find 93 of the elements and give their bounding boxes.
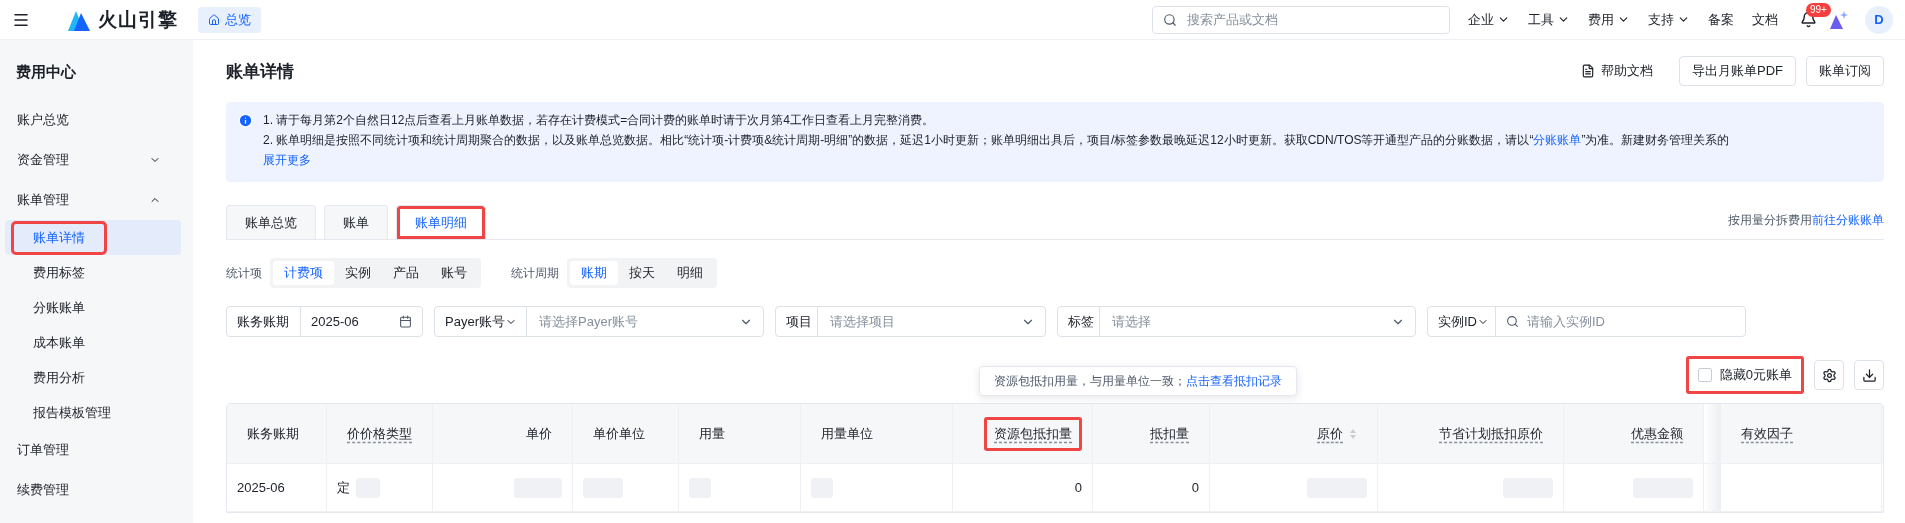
column-header: 单价单位 [592, 424, 646, 443]
download-button[interactable] [1854, 360, 1884, 390]
nav-menu[interactable]: 费用 [1588, 10, 1630, 29]
segment-option[interactable]: 产品 [382, 261, 430, 285]
column-header: 单价 [525, 424, 553, 443]
tooltip-text: 资源包抵扣用量，与用量单位一致；点击查看抵扣记录 [994, 373, 1282, 389]
sidebar-item[interactable]: 成本账单 [5, 325, 181, 360]
deduction-record-link[interactable]: 点击查看抵扣记录 [1186, 374, 1282, 387]
table-cell-text: 0 [1074, 480, 1082, 495]
segment-option[interactable]: 计费项 [273, 261, 334, 285]
brand-name: 火山引擎 [98, 7, 178, 32]
select-input[interactable]: 请选择项目 [828, 313, 1015, 330]
column-header: 账务账期 [246, 424, 300, 443]
nav-menu[interactable]: 备案 [1708, 10, 1734, 29]
nav-menu[interactable]: 工具 [1528, 10, 1570, 29]
info-icon [238, 113, 253, 128]
search-icon [1163, 12, 1177, 27]
search-input[interactable]: 搜索产品或文档 [1185, 11, 1439, 28]
segment-option[interactable]: 账号 [430, 261, 478, 285]
filter-label[interactable]: Payer账号 [435, 307, 527, 336]
document-icon [1581, 64, 1595, 78]
filter-field[interactable]: 项目 请选择项目 [775, 306, 1046, 337]
home-icon [208, 13, 220, 26]
column-header: 价价格类型 [346, 424, 413, 443]
header-button[interactable]: 导出月账单PDF [1679, 56, 1796, 86]
filter-label: 标签 [1058, 307, 1100, 336]
column-header: 优惠金额 [1630, 424, 1684, 443]
notice-text: 1. 请于每月第2个自然日12点后查看上月账单数据，若存在计费模式=合同计费的账单时请于次月第4工作日查看上月完整消费。 [263, 112, 935, 129]
filter-field[interactable]: 账务账期 2025-06 [226, 306, 423, 337]
settings-button[interactable] [1814, 360, 1844, 390]
search-icon [1506, 315, 1519, 328]
filter-label: 项目 [776, 307, 818, 336]
sidebar-item[interactable]: 账户总览 [5, 100, 181, 140]
filter-field[interactable]: 实例ID 请输入实例ID [1427, 306, 1746, 337]
segment-option[interactable]: 账期 [570, 261, 618, 285]
column-header: 用量 [698, 424, 726, 443]
help-link[interactable]: 帮助文档 [1581, 62, 1653, 80]
select-input[interactable]: 请选择Payer账号 [537, 313, 733, 330]
sidebar-item[interactable]: 账单详情 [5, 220, 181, 255]
filter-label: 账务账期 [227, 307, 301, 336]
nav-menu[interactable]: 企业 [1468, 10, 1510, 29]
grouping-label: 统计周期 [511, 264, 559, 282]
notification-button[interactable] [1800, 11, 1817, 28]
column-header: 用量单位 [820, 424, 874, 443]
sidebar-item[interactable]: 费用标签 [5, 255, 181, 290]
scroll-shadow [1704, 464, 1721, 511]
column-header: 原价 [1307, 416, 1367, 451]
hide-zero-checkbox[interactable]: 隐藏0元账单 [1685, 356, 1804, 394]
sidebar-item[interactable]: 资金管理 [5, 140, 181, 180]
sidebar-item[interactable]: 账单管理 [5, 180, 181, 220]
header-button[interactable]: 账单订阅 [1806, 56, 1884, 86]
notification-badge: 99+ [1806, 3, 1831, 17]
notice-text: 2. 账单明细是按照不同统计项和统计周期聚合的数据，以及账单总览数据。相比“统计项-计费项&统计周期-明细”的数据，延迟1小时更新；账单明细出具后，项目/标签参数最晚延迟12小时更新。获取CDN/TOS等开通型产品的分账数据，请以“分账账单”为准。新建财务管理关系的 [263, 132, 1730, 149]
split-bill-link[interactable]: 前往分账账单 [1812, 213, 1884, 227]
sidebar-item[interactable]: 续费管理 [5, 470, 181, 510]
table-cell-text: 定 [337, 478, 350, 497]
filter-label[interactable]: 实例ID [1428, 307, 1496, 336]
segment-option[interactable]: 实例 [334, 261, 382, 285]
column-header: 有效因子 [1740, 424, 1794, 443]
filter-field[interactable]: Payer账号 请选择Payer账号 [434, 306, 764, 337]
segment-option[interactable]: 按天 [618, 261, 666, 285]
sidebar-title: 费用中心 [15, 61, 77, 82]
table-cell-text: 0 [1191, 480, 1199, 495]
table-cell-text: 2025-06 [237, 480, 285, 495]
period-value: 2025-06 [311, 314, 360, 329]
column-header: 节省计划抵扣原价 [1438, 424, 1544, 443]
nav-menu[interactable]: 文档 [1752, 10, 1778, 29]
sidebar-item[interactable]: 分账账单 [5, 290, 181, 325]
segment-option[interactable]: 明细 [666, 261, 714, 285]
grouping-label: 统计项 [226, 264, 262, 282]
split-hint-text: 按用量分拆费用前往分账账单 [1728, 212, 1884, 229]
settings-icon [1821, 367, 1837, 383]
sidebar-item[interactable]: 订单管理 [5, 430, 181, 470]
nav-menu[interactable]: 支持 [1648, 10, 1690, 29]
sidebar-item[interactable]: 报告模板管理 [5, 395, 181, 430]
calendar-icon [399, 315, 412, 328]
scroll-shadow [1704, 404, 1721, 463]
select-input[interactable]: 请选择 [1110, 313, 1385, 330]
tab[interactable]: 账单 [324, 205, 388, 239]
search-field[interactable]: 搜索产品或文档 [1152, 5, 1450, 34]
home-tab[interactable]: 总览 [198, 6, 261, 33]
search-input[interactable]: 请输入实例ID [1525, 313, 1735, 330]
tab[interactable]: 账单总览 [226, 205, 316, 239]
expand-more-link[interactable]: 展开更多 [263, 152, 311, 169]
sidebar-item[interactable]: 费用分析 [5, 360, 181, 395]
tab[interactable]: 账单明细 [396, 205, 486, 239]
split-bill-link[interactable]: 分账账单 [1533, 133, 1582, 147]
download-icon [1861, 367, 1877, 383]
filter-field[interactable]: 标签 请选择 [1057, 306, 1416, 337]
column-header: 抵扣量 [1149, 424, 1190, 443]
user-avatar[interactable]: D [1865, 5, 1893, 34]
page-title: 账单详情 [226, 60, 294, 83]
column-header: 资源包抵扣量 [984, 416, 1082, 451]
